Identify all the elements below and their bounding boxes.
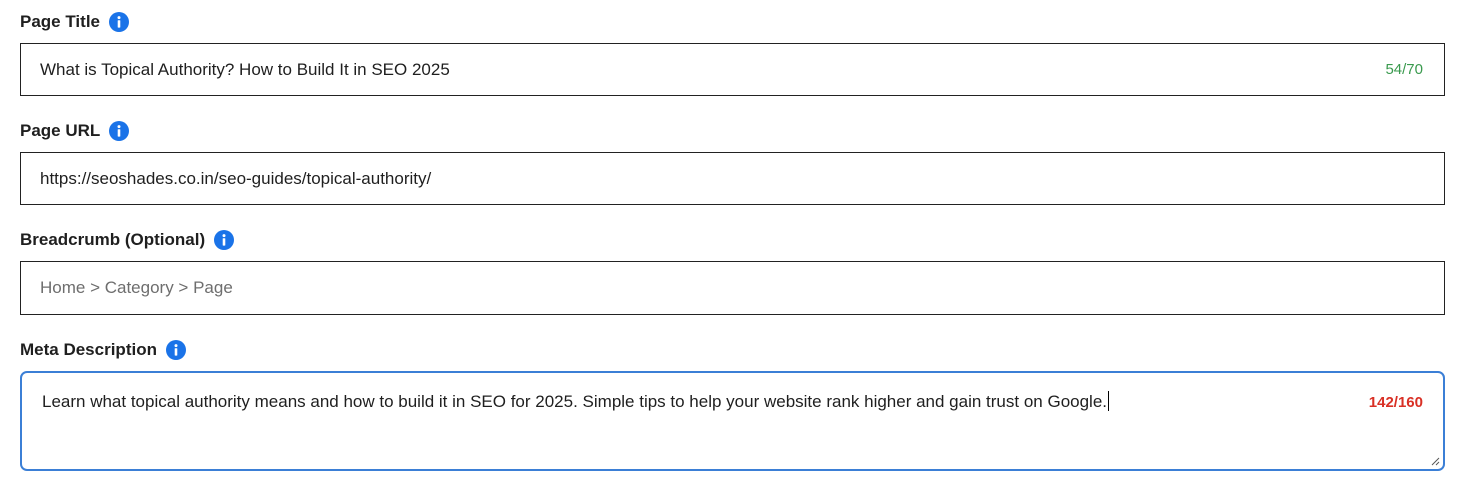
page-title-label: Page Title: [20, 12, 100, 31]
meta-description-value: Learn what topical authority means and h…: [42, 391, 1110, 412]
meta-description-label-row: Meta Description: [20, 338, 1445, 362]
breadcrumb-field: Breadcrumb (Optional) Home > Category > …: [20, 228, 1445, 315]
meta-description-text: Learn what topical authority means and h…: [42, 392, 1108, 411]
page-url-label-row: Page URL: [20, 119, 1445, 143]
breadcrumb-placeholder: Home > Category > Page: [40, 278, 233, 297]
page-title-char-counter: 54/70: [1385, 61, 1423, 78]
page-title-field: Page Title What is Topical Authority? Ho…: [20, 10, 1445, 96]
breadcrumb-label-row: Breadcrumb (Optional): [20, 228, 1445, 252]
page-url-input[interactable]: https://seoshades.co.in/seo-guides/topic…: [20, 152, 1445, 205]
text-caret: [1108, 391, 1110, 411]
resize-handle-icon[interactable]: [1430, 456, 1440, 466]
page-url-value: https://seoshades.co.in/seo-guides/topic…: [40, 168, 432, 188]
page-title-label-row: Page Title: [20, 10, 1445, 34]
meta-description-field: Meta Description Learn what topical auth…: [20, 338, 1445, 471]
breadcrumb-input[interactable]: Home > Category > Page: [20, 261, 1445, 315]
meta-description-label: Meta Description: [20, 340, 157, 359]
info-icon[interactable]: [109, 121, 130, 141]
info-icon[interactable]: [165, 340, 186, 360]
page-title-value: What is Topical Authority? How to Build …: [40, 59, 450, 79]
info-icon[interactable]: [214, 230, 235, 250]
meta-description-textarea[interactable]: Learn what topical authority means and h…: [20, 371, 1445, 471]
meta-description-char-counter: 142/160: [1368, 394, 1423, 411]
page-title-input[interactable]: What is Topical Authority? How to Build …: [20, 43, 1445, 96]
info-icon[interactable]: [109, 12, 129, 32]
page-url-label: Page URL: [20, 121, 101, 140]
page-url-field: Page URL https://seoshades.co.in/seo-gui…: [20, 119, 1445, 205]
breadcrumb-label: Breadcrumb (Optional): [20, 230, 206, 249]
